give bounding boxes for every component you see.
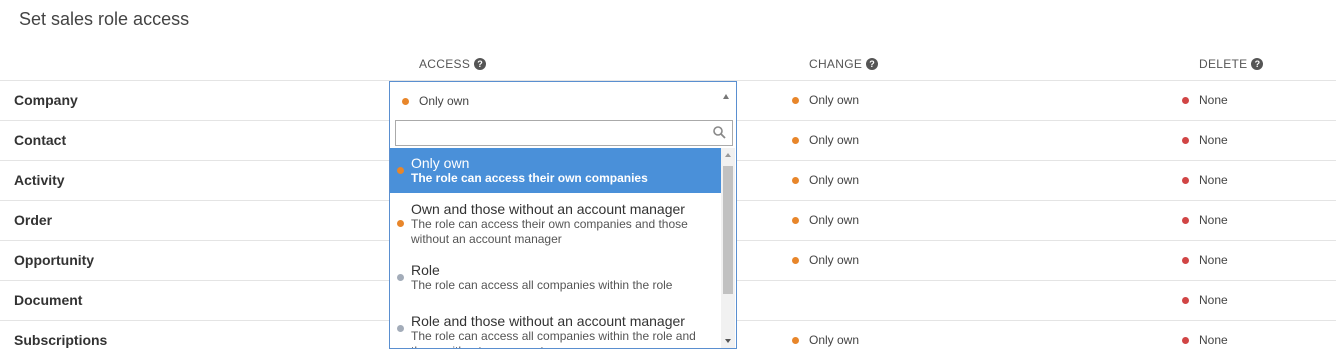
scrollbar-thumb[interactable] (723, 166, 733, 294)
option-only-own[interactable]: Only own The role can access their own c… (390, 148, 721, 193)
column-header-change-label: CHANGE (809, 57, 863, 71)
status-dot (397, 167, 404, 174)
page-title: Set sales role access (19, 9, 190, 29)
option-description: The role can access all companies within… (411, 329, 696, 348)
change-select[interactable]: Only own (792, 173, 859, 187)
change-value: Only own (809, 173, 860, 187)
row-label: Document (14, 292, 83, 308)
status-dot (1182, 96, 1189, 104)
option-role[interactable]: Role The role can access all companies w… (390, 254, 721, 301)
delete-select[interactable]: None (1182, 333, 1228, 347)
status-dot (1182, 176, 1189, 184)
status-dot (1182, 216, 1189, 224)
column-header-change: CHANGE ? (809, 57, 879, 71)
status-dot (1182, 256, 1189, 264)
delete-value: None (1199, 333, 1228, 347)
row-label: Subscriptions (14, 332, 108, 348)
search-icon (713, 126, 726, 139)
access-dropdown: Only own The role can access their own c… (389, 117, 737, 349)
change-value: Only own (809, 333, 860, 347)
dropdown-scrollbar[interactable] (721, 148, 735, 348)
change-select[interactable]: Only own (792, 253, 859, 267)
help-icon[interactable]: ? (1251, 58, 1264, 70)
delete-value: None (1199, 173, 1228, 187)
column-header-access-label: ACCESS (419, 57, 471, 71)
status-dot (397, 274, 404, 281)
option-description: The role can access their own companies (411, 171, 648, 185)
access-select-value: Only own (402, 94, 469, 108)
change-value: Only own (809, 93, 860, 107)
option-title: Role and those without an account manage… (411, 313, 685, 329)
delete-select[interactable]: None (1182, 133, 1228, 147)
change-select[interactable]: Only own (792, 213, 859, 227)
status-dot (792, 96, 799, 104)
options-list: Only own The role can access their own c… (390, 148, 721, 348)
dropdown-search (395, 120, 733, 146)
row-label: Activity (14, 172, 65, 188)
change-select[interactable]: Only own (792, 93, 859, 107)
status-dot (792, 136, 799, 144)
option-own-and-without-manager[interactable]: Own and those without an account manager… (390, 193, 721, 254)
search-input[interactable] (399, 121, 703, 145)
change-value: Only own (809, 213, 860, 227)
status-dot (792, 336, 799, 344)
caret-up-icon (723, 94, 729, 99)
status-dot (1182, 336, 1189, 344)
delete-select[interactable]: None (1182, 213, 1228, 227)
column-header-delete-label: DELETE (1199, 57, 1248, 71)
help-icon[interactable]: ? (474, 58, 487, 70)
help-icon[interactable]: ? (866, 58, 879, 70)
delete-select[interactable]: None (1182, 93, 1228, 107)
status-dot (792, 216, 799, 224)
status-dot (397, 325, 404, 332)
scroll-up-icon[interactable] (725, 153, 731, 157)
status-dot (402, 97, 409, 105)
delete-value: None (1199, 293, 1228, 307)
delete-value: None (1199, 133, 1228, 147)
delete-value: None (1199, 253, 1228, 267)
change-select[interactable]: Only own (792, 133, 859, 147)
column-header-access: ACCESS ? (419, 57, 487, 71)
option-description: The role can access their own companies … (411, 217, 688, 246)
status-dot (1182, 136, 1189, 144)
column-header-delete: DELETE ? (1199, 57, 1264, 71)
row-label: Opportunity (14, 252, 95, 268)
option-title: Own and those without an account manager (411, 201, 685, 217)
status-dot (1182, 296, 1189, 304)
status-dot (792, 176, 799, 184)
access-select[interactable]: Only own (389, 81, 737, 118)
delete-select[interactable]: None (1182, 293, 1228, 307)
access-select-label: Only own (419, 94, 470, 108)
delete-select[interactable]: None (1182, 253, 1228, 267)
delete-value: None (1199, 93, 1228, 107)
status-dot (397, 220, 404, 227)
option-title: Only own (411, 155, 470, 171)
delete-value: None (1199, 213, 1228, 227)
change-value: Only own (809, 133, 860, 147)
scroll-down-icon[interactable] (725, 339, 731, 343)
row-label: Order (14, 212, 53, 228)
status-dot (792, 256, 799, 264)
change-select[interactable]: Only own (792, 333, 859, 347)
option-role-and-without-manager[interactable]: Role and those without an account manage… (390, 301, 721, 348)
row-label: Company (14, 92, 78, 108)
row-label: Contact (14, 132, 67, 148)
option-title: Role (411, 262, 440, 278)
delete-select[interactable]: None (1182, 173, 1228, 187)
option-description: The role can access all companies within… (411, 278, 673, 292)
change-value: Only own (809, 253, 860, 267)
